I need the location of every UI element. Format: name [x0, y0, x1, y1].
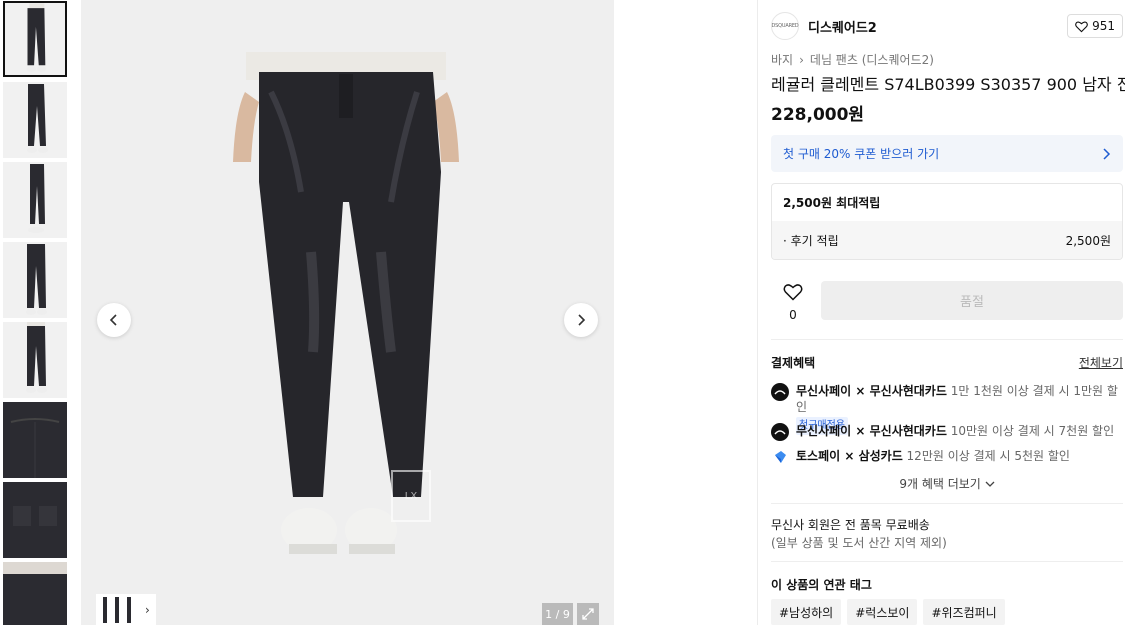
- benefit-detail: 12만원 이상 결제 시 5천원 할인: [902, 449, 1070, 463]
- view-all-benefits-link[interactable]: 전체보기: [1079, 354, 1123, 371]
- musinsa-pay-icon: [771, 383, 789, 401]
- brand-name[interactable]: 디스퀘어드2: [808, 17, 877, 36]
- heart-icon: [783, 284, 803, 301]
- breadcrumb: 바지 › 데님 팬츠 (디스퀘어드2): [771, 51, 934, 68]
- benefit-item[interactable]: 토스페이 × 삼성카드 12만원 이상 결제 시 5천원 할인: [771, 448, 1123, 466]
- watermark: LX: [391, 470, 431, 522]
- more-benefits-button[interactable]: 9개 혜택 더보기: [771, 475, 1123, 492]
- chevron-right-icon: [578, 314, 586, 326]
- brand-row: DSQUARED 디스퀘어드2 951: [771, 12, 1123, 40]
- payment-benefits-header: 결제혜택 전체보기: [771, 354, 1123, 371]
- product-title: 레귤러 클레멘트 S74LB0399 S30357 900 남자 진: [771, 75, 1125, 94]
- benefit-card-name: 토스페이 × 삼성카드: [796, 449, 903, 463]
- coupon-label: 첫 구매 20% 쿠폰 받으러 가기: [783, 147, 940, 161]
- divider: [771, 339, 1123, 340]
- chevron-left-icon: [109, 314, 117, 326]
- benefit-card-name: 무신사페이 × 무신사현대카드: [796, 384, 947, 398]
- wishlist-count: 0: [789, 308, 797, 322]
- benefit-item[interactable]: 무신사페이 × 무신사현대카드 10만원 이상 결제 시 7천원 할인: [771, 423, 1123, 441]
- free-shipping-text: 무신사 회원은 전 품목 무료배송: [771, 518, 930, 532]
- more-benefits-label: 9개 혜택 더보기: [899, 477, 981, 491]
- divider: [771, 503, 1123, 504]
- tag-chip[interactable]: #럭스보이: [847, 599, 918, 625]
- heart-icon: [1075, 20, 1088, 32]
- mini-thumbnail: [103, 596, 131, 623]
- thumbnail-3[interactable]: [3, 162, 67, 238]
- tag-chip[interactable]: #위즈컴퍼니: [923, 599, 1005, 625]
- benefit-card-name: 무신사페이 × 무신사현대카드: [796, 424, 947, 438]
- product-price: 228,000원: [771, 105, 865, 125]
- related-tags-title: 이 상품의 연관 태그: [771, 578, 872, 592]
- expand-button[interactable]: [577, 603, 599, 625]
- points-max: 2,500원 최대적립: [783, 196, 881, 210]
- points-box: 2,500원 최대적립 · 후기 적립 2,500원: [771, 183, 1123, 260]
- brand-logo[interactable]: DSQUARED: [771, 12, 799, 40]
- points-review-value: 2,500원: [1065, 233, 1111, 248]
- chevron-right-icon: ›: [145, 602, 150, 617]
- chevron-down-icon: [985, 481, 995, 487]
- brand-like-count: 951: [1092, 19, 1115, 33]
- thumbnail-7[interactable]: [3, 482, 67, 558]
- thumbnail-2[interactable]: [3, 82, 67, 158]
- panel-divider: [757, 0, 758, 625]
- thumbnail-5[interactable]: [3, 322, 67, 398]
- points-review-label: · 후기 적립: [783, 233, 839, 248]
- breadcrumb-item-subcategory[interactable]: 데님 팬츠 (디스퀘어드2): [810, 51, 934, 68]
- thumbnail-6[interactable]: [3, 402, 67, 478]
- chevron-right-icon: ›: [799, 52, 804, 67]
- coupon-banner[interactable]: 첫 구매 20% 쿠폰 받으러 가기: [771, 135, 1123, 172]
- related-tags: #남성하의 #럭스보이 #위즈컴퍼니: [771, 599, 1005, 625]
- thumbnail-strip-toggle[interactable]: ›: [96, 594, 156, 625]
- image-counter: 1 / 9: [542, 603, 573, 625]
- payment-benefits-title: 결제혜택: [771, 356, 816, 370]
- musinsa-pay-icon: [771, 423, 789, 441]
- purchase-row: 0 품절: [771, 281, 1123, 322]
- divider: [771, 561, 1123, 562]
- toss-pay-icon: [771, 448, 789, 466]
- brand-like-button[interactable]: 951: [1067, 14, 1123, 38]
- expand-icon: [582, 608, 594, 620]
- product-page: LX › 1 / 9 DSQUARED 디스퀘어드2 951 바지 › 데님 팬…: [0, 0, 1125, 625]
- soldout-button[interactable]: 품절: [821, 281, 1123, 320]
- next-image-button[interactable]: [564, 303, 598, 337]
- thumbnail-1[interactable]: [3, 1, 67, 77]
- product-info-panel: DSQUARED 디스퀘어드2 951 바지 › 데님 팬츠 (디스퀘어드2) …: [771, 0, 1125, 625]
- thumbnail-list: [0, 0, 70, 625]
- breadcrumb-item-category[interactable]: 바지: [771, 51, 793, 68]
- shipping-exception-text: (일부 상품 및 도서 산간 지역 제외): [771, 536, 947, 550]
- wishlist-button[interactable]: 0: [781, 283, 805, 322]
- thumbnail-4[interactable]: [3, 242, 67, 318]
- tag-chip[interactable]: #남성하의: [771, 599, 842, 625]
- product-image-viewer: LX › 1 / 9: [81, 0, 614, 625]
- points-review-row: · 후기 적립 2,500원: [772, 221, 1122, 259]
- chevron-right-icon: [1103, 147, 1111, 160]
- benefit-detail: 10만원 이상 결제 시 7천원 할인: [946, 424, 1115, 438]
- prev-image-button[interactable]: [97, 303, 131, 337]
- thumbnail-8[interactable]: [3, 562, 67, 625]
